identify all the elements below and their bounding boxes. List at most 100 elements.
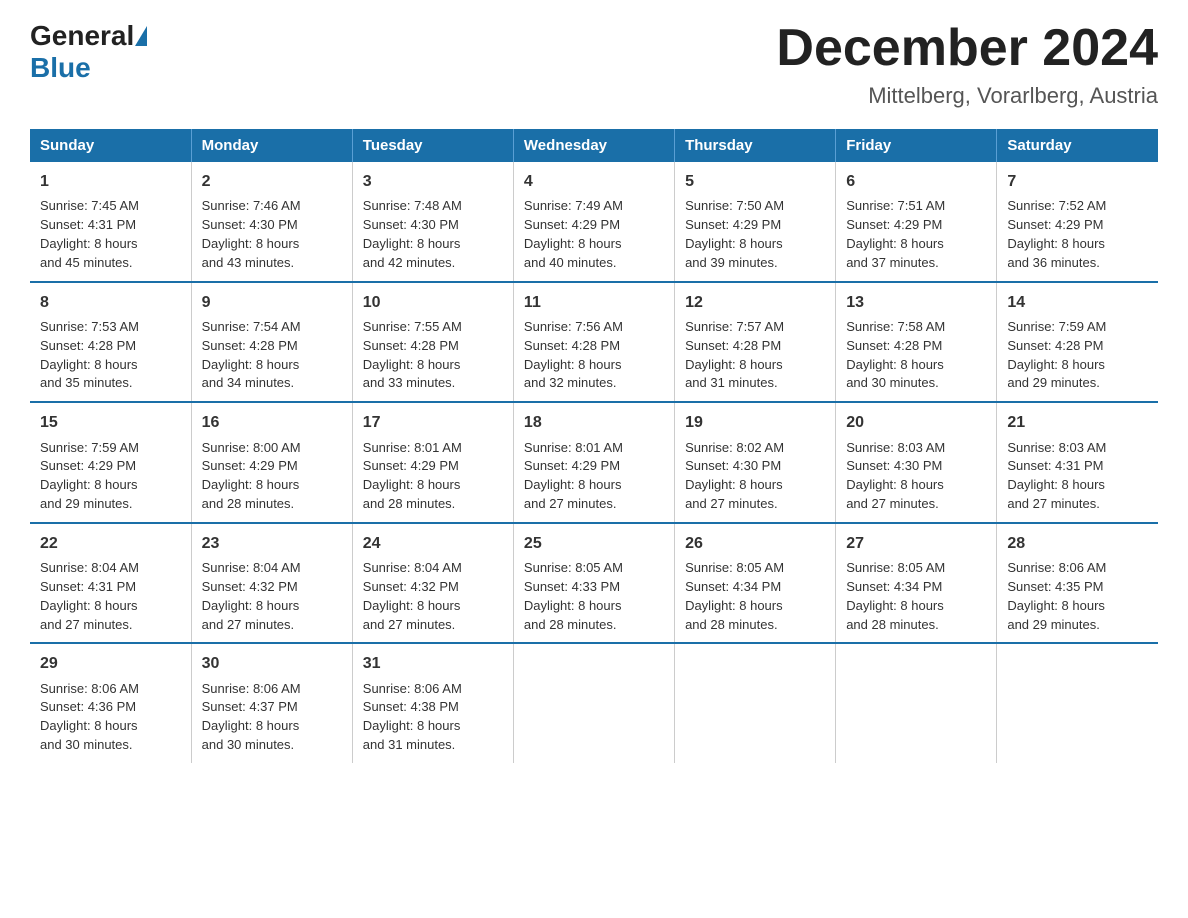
calendar-cell: 11Sunrise: 7:56 AM Sunset: 4:28 PM Dayli… (513, 282, 674, 403)
calendar-cell: 23Sunrise: 8:04 AM Sunset: 4:32 PM Dayli… (191, 523, 352, 644)
day-info: Sunrise: 7:59 AM Sunset: 4:29 PM Dayligh… (40, 439, 181, 514)
day-info: Sunrise: 8:03 AM Sunset: 4:30 PM Dayligh… (846, 439, 986, 514)
logo-general: General (30, 20, 134, 52)
day-number: 10 (363, 291, 503, 314)
day-info: Sunrise: 8:00 AM Sunset: 4:29 PM Dayligh… (202, 439, 342, 514)
calendar-cell (675, 643, 836, 763)
calendar-cell: 7 Sunrise: 7:52 AM Sunset: 4:29 PM Daylig… (997, 162, 1158, 282)
day-number: 28 (1007, 532, 1148, 555)
calendar-cell: 21Sunrise: 8:03 AM Sunset: 4:31 PM Dayli… (997, 402, 1158, 523)
day-number: 30 (202, 652, 342, 675)
day-number: 15 (40, 411, 181, 434)
calendar-cell: 5 Sunrise: 7:50 AM Sunset: 4:29 PM Daylig… (675, 162, 836, 282)
calendar-week-row: 22 Sunrise: 8:04 AM Sunset: 4:31 PM Dayli… (30, 523, 1158, 644)
day-info: Sunrise: 8:06 AM Sunset: 4:36 PM Dayligh… (40, 680, 181, 755)
calendar-week-row: 1 Sunrise: 7:45 AM Sunset: 4:31 PM Daylig… (30, 162, 1158, 282)
col-header-friday: Friday (836, 129, 997, 162)
calendar-cell: 20Sunrise: 8:03 AM Sunset: 4:30 PM Dayli… (836, 402, 997, 523)
calendar-cell: 14 Sunrise: 7:59 AM Sunset: 4:28 PM Dayli… (997, 282, 1158, 403)
col-header-wednesday: Wednesday (513, 129, 674, 162)
calendar-cell: 10 Sunrise: 7:55 AM Sunset: 4:28 PM Dayli… (352, 282, 513, 403)
day-number: 3 (363, 170, 503, 193)
calendar-cell: 12Sunrise: 7:57 AM Sunset: 4:28 PM Dayli… (675, 282, 836, 403)
day-info: Sunrise: 8:04 AM Sunset: 4:31 PM Dayligh… (40, 559, 181, 634)
day-number: 4 (524, 170, 664, 193)
calendar-cell: 13Sunrise: 7:58 AM Sunset: 4:28 PM Dayli… (836, 282, 997, 403)
calendar-cell: 19 Sunrise: 8:02 AM Sunset: 4:30 PM Dayli… (675, 402, 836, 523)
day-info: Sunrise: 8:04 AM Sunset: 4:32 PM Dayligh… (202, 559, 342, 634)
day-info: Sunrise: 7:53 AM Sunset: 4:28 PM Dayligh… (40, 318, 181, 393)
day-number: 18 (524, 411, 664, 434)
day-number: 9 (202, 291, 342, 314)
col-header-sunday: Sunday (30, 129, 191, 162)
day-info: Sunrise: 8:02 AM Sunset: 4:30 PM Dayligh… (685, 439, 825, 514)
day-number: 8 (40, 291, 181, 314)
day-number: 1 (40, 170, 181, 193)
day-number: 5 (685, 170, 825, 193)
day-number: 29 (40, 652, 181, 675)
day-number: 26 (685, 532, 825, 555)
day-info: Sunrise: 8:05 AM Sunset: 4:34 PM Dayligh… (846, 559, 986, 634)
day-number: 24 (363, 532, 503, 555)
calendar-cell: 28 Sunrise: 8:06 AM Sunset: 4:35 PM Dayli… (997, 523, 1158, 644)
day-number: 16 (202, 411, 342, 434)
day-info: Sunrise: 7:46 AM Sunset: 4:30 PM Dayligh… (202, 197, 342, 272)
calendar-cell: 8 Sunrise: 7:53 AM Sunset: 4:28 PM Daylig… (30, 282, 191, 403)
calendar-header-row: SundayMondayTuesdayWednesdayThursdayFrid… (30, 129, 1158, 162)
day-info: Sunrise: 7:55 AM Sunset: 4:28 PM Dayligh… (363, 318, 503, 393)
calendar-week-row: 15 Sunrise: 7:59 AM Sunset: 4:29 PM Dayli… (30, 402, 1158, 523)
calendar-cell (513, 643, 674, 763)
calendar-cell: 27 Sunrise: 8:05 AM Sunset: 4:34 PM Dayli… (836, 523, 997, 644)
day-number: 14 (1007, 291, 1148, 314)
calendar-cell: 15 Sunrise: 7:59 AM Sunset: 4:29 PM Dayli… (30, 402, 191, 523)
calendar-cell: 31 Sunrise: 8:06 AM Sunset: 4:38 PM Dayli… (352, 643, 513, 763)
calendar-cell: 6Sunrise: 7:51 AM Sunset: 4:29 PM Daylig… (836, 162, 997, 282)
day-info: Sunrise: 7:59 AM Sunset: 4:28 PM Dayligh… (1007, 318, 1148, 393)
day-info: Sunrise: 7:50 AM Sunset: 4:29 PM Dayligh… (685, 197, 825, 272)
col-header-saturday: Saturday (997, 129, 1158, 162)
title-area: December 2024 Mittelberg, Vorarlberg, Au… (776, 20, 1158, 109)
calendar-table: SundayMondayTuesdayWednesdayThursdayFrid… (30, 129, 1158, 763)
main-title: December 2024 (776, 20, 1158, 77)
calendar-cell (997, 643, 1158, 763)
calendar-cell: 16 Sunrise: 8:00 AM Sunset: 4:29 PM Dayli… (191, 402, 352, 523)
day-info: Sunrise: 8:06 AM Sunset: 4:35 PM Dayligh… (1007, 559, 1148, 634)
logo: General Blue (30, 20, 148, 84)
day-number: 12 (685, 291, 825, 314)
calendar-week-row: 8 Sunrise: 7:53 AM Sunset: 4:28 PM Daylig… (30, 282, 1158, 403)
logo-blue: Blue (30, 52, 91, 84)
day-info: Sunrise: 8:03 AM Sunset: 4:31 PM Dayligh… (1007, 439, 1148, 514)
day-number: 19 (685, 411, 825, 434)
day-info: Sunrise: 7:48 AM Sunset: 4:30 PM Dayligh… (363, 197, 503, 272)
calendar-cell: 24 Sunrise: 8:04 AM Sunset: 4:32 PM Dayli… (352, 523, 513, 644)
calendar-cell: 29 Sunrise: 8:06 AM Sunset: 4:36 PM Dayli… (30, 643, 191, 763)
day-info: Sunrise: 8:06 AM Sunset: 4:38 PM Dayligh… (363, 680, 503, 755)
logo-text: General (30, 20, 148, 52)
day-info: Sunrise: 8:05 AM Sunset: 4:34 PM Dayligh… (685, 559, 825, 634)
day-info: Sunrise: 7:49 AM Sunset: 4:29 PM Dayligh… (524, 197, 664, 272)
calendar-cell: 22 Sunrise: 8:04 AM Sunset: 4:31 PM Dayli… (30, 523, 191, 644)
calendar-cell: 18 Sunrise: 8:01 AM Sunset: 4:29 PM Dayli… (513, 402, 674, 523)
day-number: 7 (1007, 170, 1148, 193)
day-number: 13 (846, 291, 986, 314)
col-header-tuesday: Tuesday (352, 129, 513, 162)
day-info: Sunrise: 7:51 AM Sunset: 4:29 PM Dayligh… (846, 197, 986, 272)
day-number: 31 (363, 652, 503, 675)
calendar-cell (836, 643, 997, 763)
header: General Blue December 2024 Mittelberg, V… (30, 20, 1158, 109)
calendar-cell: 26 Sunrise: 8:05 AM Sunset: 4:34 PM Dayli… (675, 523, 836, 644)
day-info: Sunrise: 7:45 AM Sunset: 4:31 PM Dayligh… (40, 197, 181, 272)
day-info: Sunrise: 8:05 AM Sunset: 4:33 PM Dayligh… (524, 559, 664, 634)
day-number: 25 (524, 532, 664, 555)
subtitle: Mittelberg, Vorarlberg, Austria (776, 83, 1158, 109)
day-info: Sunrise: 7:52 AM Sunset: 4:29 PM Dayligh… (1007, 197, 1148, 272)
day-number: 27 (846, 532, 986, 555)
day-info: Sunrise: 7:54 AM Sunset: 4:28 PM Dayligh… (202, 318, 342, 393)
calendar-week-row: 29 Sunrise: 8:06 AM Sunset: 4:36 PM Dayli… (30, 643, 1158, 763)
day-info: Sunrise: 8:04 AM Sunset: 4:32 PM Dayligh… (363, 559, 503, 634)
logo-triangle-icon (135, 26, 147, 46)
day-number: 22 (40, 532, 181, 555)
calendar-cell: 17Sunrise: 8:01 AM Sunset: 4:29 PM Dayli… (352, 402, 513, 523)
day-info: Sunrise: 8:01 AM Sunset: 4:29 PM Dayligh… (524, 439, 664, 514)
day-info: Sunrise: 8:06 AM Sunset: 4:37 PM Dayligh… (202, 680, 342, 755)
